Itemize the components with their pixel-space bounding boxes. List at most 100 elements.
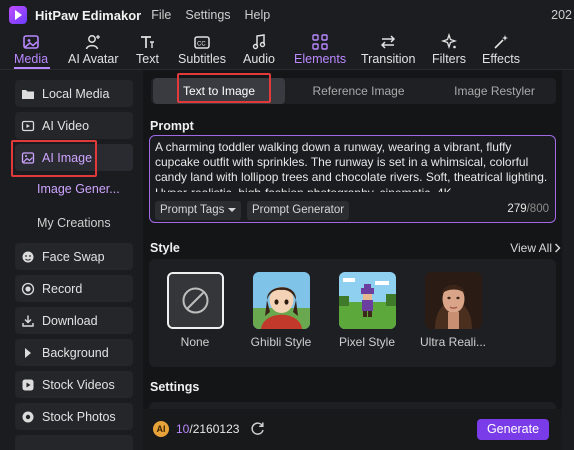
menu-help[interactable]: Help: [245, 8, 271, 22]
tab-transition[interactable]: Transition: [361, 33, 415, 69]
sidebar-item-label: Face Swap: [42, 249, 105, 264]
chevron-down-icon: [228, 207, 237, 212]
prompt-tags-dropdown[interactable]: Prompt Tags: [155, 201, 242, 220]
tab-transition-label: Transition: [361, 52, 416, 66]
tab-subtitles[interactable]: CC Subtitles: [178, 33, 226, 69]
tab-media-label: Media: [14, 52, 49, 66]
audio-icon: [252, 34, 266, 50]
menu-file[interactable]: File: [151, 8, 171, 22]
tab-elements[interactable]: Elements: [294, 33, 346, 69]
highlight-box-text-to-image: [177, 73, 271, 103]
sidebar-item-ai-video[interactable]: AI Video: [15, 112, 133, 139]
text-icon: [141, 36, 155, 48]
pixel-thumbnail: [339, 272, 396, 329]
sidebar-item-record[interactable]: Record: [15, 275, 133, 302]
sidebar-item-label: Stock Videos: [42, 377, 115, 392]
style-card-pixel[interactable]: [339, 272, 396, 329]
active-tab-indicator: [14, 67, 50, 69]
sidebar-item-label: Stock Photos: [42, 409, 116, 424]
elements-icon: [312, 34, 328, 50]
tab-subtitles-label: Subtitles: [178, 52, 226, 66]
stock-videos-icon: [21, 378, 35, 392]
tab-audio[interactable]: Audio: [243, 33, 275, 69]
tab-filters[interactable]: Filters: [432, 33, 466, 69]
credit-coin-icon: AI: [153, 421, 169, 437]
record-icon: [21, 282, 35, 296]
sidebar-item-label: Local Media: [42, 86, 110, 101]
style-name-ultra-realistic: Ultra Reali...: [419, 335, 487, 349]
prompt-text[interactable]: A charming toddler walking down a runway…: [155, 140, 550, 192]
credits-used: 10: [176, 422, 190, 436]
sidebar-item-cutoff[interactable]: [15, 435, 133, 450]
left-sidebar: Local Media AI Video AI Image Image Gene…: [0, 70, 143, 450]
no-style-icon: [169, 274, 222, 327]
prompt-tags-label: Prompt Tags: [160, 204, 225, 216]
style-card-ghibli[interactable]: [253, 272, 310, 329]
tab-effects-label: Effects: [482, 52, 520, 66]
tab-elements-label: Elements: [294, 52, 347, 66]
title-date-fragment: 202: [551, 8, 572, 22]
tab-effects[interactable]: Effects: [482, 33, 520, 69]
style-name-none: None: [180, 335, 210, 349]
title-bar: HitPaw Edimakor File Settings Help 202: [0, 0, 574, 30]
tab-reference-image[interactable]: Reference Image: [291, 78, 426, 104]
view-all-link[interactable]: View All: [510, 241, 552, 255]
menu-settings[interactable]: Settings: [185, 8, 230, 22]
prompt-textarea[interactable]: A charming toddler walking down a runway…: [149, 135, 556, 223]
sidebar-item-label: Record: [42, 281, 83, 296]
generate-button[interactable]: Generate: [477, 419, 549, 440]
ai-image-panel: Text to Image Reference Image Image Rest…: [143, 70, 574, 450]
media-icon: [23, 35, 39, 49]
sidebar-item-download[interactable]: Download: [15, 307, 133, 334]
sidebar-item-background[interactable]: Background: [15, 339, 133, 366]
background-icon: [21, 346, 35, 360]
style-card-ultra-realistic[interactable]: [425, 272, 482, 329]
transition-icon: [381, 35, 396, 49]
svg-text:CC: CC: [197, 42, 206, 48]
filters-icon: [440, 33, 458, 50]
char-count-value: 279: [507, 203, 527, 215]
tab-text[interactable]: Text: [136, 33, 159, 69]
ai-video-icon: [21, 119, 35, 133]
style-card-none[interactable]: [167, 272, 224, 329]
stock-photos-icon: [21, 410, 35, 424]
credits-counter: 10/2160123: [176, 422, 239, 436]
prompt-generator-button[interactable]: Prompt Generator: [247, 201, 350, 220]
prompt-label: Prompt: [150, 119, 194, 133]
ghibli-thumbnail: [253, 272, 310, 329]
scrollbar-track[interactable]: [562, 70, 574, 450]
refresh-icon[interactable]: [249, 420, 266, 437]
tab-ai-avatar-label: AI Avatar: [68, 52, 119, 66]
face-swap-icon: [21, 250, 35, 264]
char-count-max: /800: [526, 203, 549, 215]
style-name-pixel: Pixel Style: [338, 335, 396, 349]
char-counter: 279/800: [507, 203, 549, 215]
style-name-ghibli: Ghibli Style: [250, 335, 312, 349]
sidebar-item-face-swap[interactable]: Face Swap: [15, 243, 133, 270]
tab-audio-label: Audio: [243, 52, 275, 66]
highlight-box-ai-image: [11, 140, 97, 177]
sidebar-item-label: AI Video: [42, 118, 90, 133]
sidebar-item-stock-photos[interactable]: Stock Photos: [15, 403, 133, 430]
tab-media[interactable]: Media: [14, 33, 48, 69]
avatar-icon: [86, 35, 101, 50]
tab-text-label: Text: [136, 52, 159, 66]
download-icon: [21, 314, 35, 328]
credits-total: /2160123: [189, 422, 240, 436]
chevron-right-icon[interactable]: [553, 242, 562, 254]
sidebar-subitem-my-creations[interactable]: My Creations: [37, 216, 111, 230]
style-gallery: None Ghibli Style Pixel Style Ultra Real…: [149, 259, 556, 367]
folder-icon: [21, 87, 35, 101]
settings-label: Settings: [150, 380, 200, 394]
tab-ai-avatar[interactable]: AI Avatar: [68, 33, 119, 69]
sidebar-item-local-media[interactable]: Local Media: [15, 80, 133, 107]
sidebar-subitem-image-generator[interactable]: Image Gener...: [37, 182, 120, 196]
generate-bar: AI 10/2160123 Generate: [143, 409, 574, 450]
sidebar-item-stock-videos[interactable]: Stock Videos: [15, 371, 133, 398]
main-toolbar: Media AI Avatar Text CC Subtitles Audio …: [0, 30, 574, 70]
sidebar-item-label: Background: [42, 345, 109, 360]
realistic-thumbnail: [425, 272, 482, 329]
tab-filters-label: Filters: [432, 52, 467, 66]
subtitles-icon: CC: [194, 36, 210, 49]
tab-image-restyler[interactable]: Image Restyler: [427, 78, 562, 104]
